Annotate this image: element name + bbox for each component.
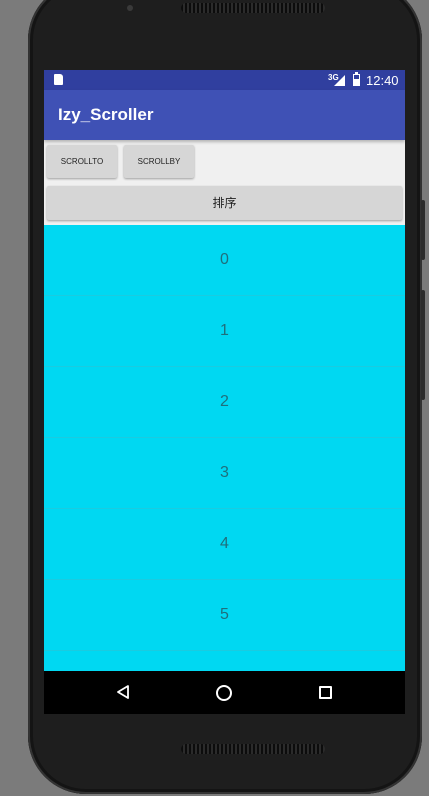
navigation-bar bbox=[44, 671, 405, 714]
battery-icon bbox=[353, 72, 360, 86]
list-item-label: 2 bbox=[220, 393, 229, 410]
top-speaker-grille bbox=[181, 3, 325, 13]
list-item[interactable]: 4 bbox=[44, 509, 405, 580]
list-item-label: 1 bbox=[220, 322, 229, 339]
scroll-by-button[interactable]: SCROLLBY bbox=[124, 145, 194, 178]
power-button[interactable] bbox=[421, 200, 425, 260]
list-item-label: 3 bbox=[220, 464, 229, 481]
list-item[interactable]: 0 bbox=[44, 225, 405, 296]
scroll-to-button[interactable]: SCROLLTO bbox=[47, 145, 117, 178]
list-item[interactable]: 3 bbox=[44, 438, 405, 509]
signal-icon bbox=[334, 75, 345, 86]
list-item[interactable]: 5 bbox=[44, 580, 405, 651]
list-item[interactable]: 2 bbox=[44, 367, 405, 438]
sd-card-icon bbox=[54, 74, 63, 85]
recents-icon[interactable] bbox=[319, 686, 332, 699]
back-icon[interactable] bbox=[116, 685, 130, 699]
app-bar: Izy_Scroller bbox=[44, 90, 405, 140]
front-camera bbox=[127, 5, 133, 11]
status-clock: 12:40 bbox=[366, 73, 399, 88]
list-item[interactable]: 1 bbox=[44, 296, 405, 367]
bottom-speaker-grille bbox=[181, 744, 325, 754]
volume-rocker[interactable] bbox=[421, 290, 425, 400]
list-item-label: 4 bbox=[220, 535, 229, 552]
scroll-list[interactable]: 0 1 2 3 4 5 bbox=[44, 225, 405, 671]
status-bar: 3G 12:40 bbox=[44, 70, 405, 90]
home-icon[interactable] bbox=[216, 685, 232, 701]
sort-button[interactable]: 排序 bbox=[47, 186, 402, 220]
list-item-label: 5 bbox=[220, 606, 229, 623]
device-screen: 3G 12:40 Izy_Scroller SCROLLTO SCROLLBY … bbox=[44, 70, 405, 714]
list-item-label: 0 bbox=[220, 251, 229, 268]
app-title: Izy_Scroller bbox=[58, 105, 154, 124]
